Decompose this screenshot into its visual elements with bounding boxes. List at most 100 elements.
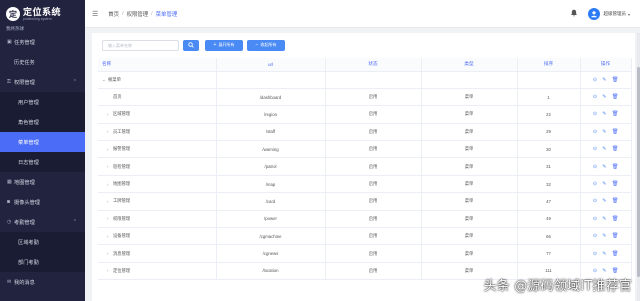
view-icon[interactable]: ⊙ [593, 233, 597, 239]
sidebar-item-menu-management[interactable]: 菜单管理 [0, 132, 85, 152]
delete-icon[interactable]: 🗑 [612, 164, 619, 170]
edit-icon[interactable]: ✎ [602, 233, 606, 239]
watermark: 头条 @源码领域IT推荐官 [483, 279, 632, 294]
table-row[interactable]: › 区域管理/region 启用 菜单 22 ⊙ ✎ 🗑 [98, 105, 632, 124]
plus-icon: + [213, 42, 217, 48]
menu-toggle-icon[interactable]: ☰ [92, 10, 98, 18]
logo[interactable]: 定 定位系统 positioning system [0, 0, 85, 28]
minus-icon: − [255, 42, 259, 48]
sidebar-item-attendance-management[interactable]: ◷ 考勤管理 ⌃ [0, 212, 85, 232]
cell-actions: ⊙ ✎ 🗑 [580, 123, 632, 142]
delete-icon[interactable]: 🗑 [612, 77, 619, 83]
view-icon[interactable]: ⊙ [593, 216, 597, 222]
menu-name: 权限管理 [113, 215, 131, 221]
delete-icon[interactable]: 🗑 [612, 268, 619, 274]
sidebar-item-task-management[interactable]: ▣ 任务管理 [0, 32, 85, 52]
menu-table: 名称 url 状态 类型 排序 操作 ⌄ 根菜单 ⊙ ✎ 🗑 首页/dashboard 启用… [98, 58, 632, 281]
view-icon[interactable]: ⊙ [593, 111, 597, 117]
sidebar-item-label: 任务管理 [14, 39, 35, 46]
edit-icon[interactable]: ✎ [602, 146, 606, 152]
table-row[interactable]: 首页/dashboard 启用 菜单 1 ⊙ ✎ 🗑 [98, 88, 632, 107]
sidebar-item-my-messages[interactable]: ✉ 我的消息 [0, 272, 85, 292]
view-icon[interactable]: ⊙ [593, 146, 597, 152]
delete-icon[interactable]: 🗑 [612, 251, 619, 257]
cell-status: 启用 [325, 262, 422, 281]
view-icon[interactable]: ⊙ [593, 181, 597, 187]
delete-icon[interactable]: 🗑 [612, 233, 619, 239]
sidebar-item-task-history[interactable]: 历史任务 [0, 52, 85, 72]
view-icon[interactable]: ⊙ [593, 94, 597, 100]
table-row[interactable]: › 消息管理/cgnews 启用 菜单 77 ⊙ ✎ 🗑 [98, 244, 632, 263]
collapse-all-button[interactable]: − 收起所有 [247, 39, 285, 51]
cell-url [216, 71, 326, 89]
avatar[interactable] [588, 8, 601, 20]
edit-icon[interactable]: ✎ [602, 198, 606, 204]
delete-icon[interactable]: 🗑 [612, 216, 619, 222]
cell-status: 启用 [325, 210, 422, 229]
sidebar-item-user-management[interactable]: 用户管理 [0, 92, 85, 112]
delete-icon[interactable]: 🗑 [612, 146, 619, 152]
cell-status: 启用 [325, 88, 422, 107]
sidebar-item-role-management[interactable]: 角色管理 [0, 112, 85, 132]
sidebar-item-camera-management[interactable]: ◙ 摄像头管理 [0, 192, 85, 212]
delete-icon[interactable]: 🗑 [612, 129, 619, 135]
edit-icon[interactable]: ✎ [602, 216, 606, 222]
edit-icon[interactable]: ✎ [602, 164, 606, 170]
breadcrumb-home[interactable]: 首页 [108, 10, 119, 18]
expand-all-button[interactable]: + 展开所有 [205, 39, 243, 51]
sidebar-item-map-management[interactable]: ▦ 地图管理 [0, 172, 85, 192]
user-name[interactable]: 超级管理员 [603, 11, 626, 17]
breadcrumb-separator: / [122, 10, 124, 17]
search-button[interactable] [183, 39, 199, 51]
edit-icon[interactable]: ✎ [602, 111, 606, 117]
table-row[interactable]: › 工牌管理/card 启用 菜单 47 ⊙ ✎ 🗑 [98, 192, 632, 211]
top-header: ☰ 首页 / 权限管理 / 菜单管理 超级管理员 ▾ [85, 0, 640, 28]
logo-icon: 定 [6, 7, 20, 21]
sidebar-item-label: 用户管理 [18, 99, 39, 106]
menu-name: 工牌管理 [113, 198, 131, 204]
view-icon[interactable]: ⊙ [593, 268, 597, 274]
sidebar-item-label: 考勤管理 [14, 219, 35, 226]
sidebar-item-region-attendance[interactable]: 区域考勤 [0, 232, 85, 252]
sidebar-item-department-attendance[interactable]: 部门考勤 [0, 252, 85, 272]
view-icon[interactable]: ⊙ [593, 251, 597, 257]
edit-icon[interactable]: ✎ [602, 181, 606, 187]
cell-sort: 29 [517, 123, 581, 142]
delete-icon[interactable]: 🗑 [612, 111, 619, 117]
sidebar-item-label: 角色管理 [18, 119, 39, 126]
sidebar: 定 定位系统 positioning system 我终热球 ▣ 任务管理 历史… [0, 0, 85, 301]
table-row[interactable]: ⌄ 根菜单 ⊙ ✎ 🗑 [98, 71, 632, 89]
breadcrumb-permission[interactable]: 权限管理 [127, 10, 149, 18]
menu-name-search-input[interactable] [102, 39, 179, 51]
view-icon[interactable]: ⊙ [593, 198, 597, 204]
sidebar-item-log-management[interactable]: 日志管理 [0, 152, 85, 172]
delete-icon[interactable]: 🗑 [612, 198, 619, 204]
chevron-down-icon[interactable]: ▾ [628, 12, 630, 17]
view-icon[interactable]: ⊙ [593, 129, 597, 135]
bell-icon[interactable] [570, 9, 578, 19]
edit-icon[interactable]: ✎ [602, 251, 606, 257]
edit-icon[interactable]: ✎ [602, 77, 606, 83]
delete-icon[interactable]: 🗑 [612, 94, 619, 100]
delete-icon[interactable]: 🗑 [612, 181, 619, 187]
view-icon[interactable]: ⊙ [593, 77, 597, 83]
cell-name: ⌄ 根菜单 [98, 71, 217, 89]
view-icon[interactable]: ⊙ [593, 164, 597, 170]
menu-name: 报警管理 [113, 146, 131, 152]
edit-icon[interactable]: ✎ [602, 129, 606, 135]
sidebar-item-permission-management[interactable]: ⚿ 权限管理 ⌃ [0, 72, 85, 92]
app-subtitle: positioning system [23, 17, 52, 21]
table-row[interactable]: › 地图管理/map 启用 菜单 32 ⊙ ✎ 🗑 [98, 175, 632, 194]
breadcrumb-separator: / [151, 10, 153, 17]
cell-type: 菜单 [421, 157, 518, 176]
cell-sort: 31 [517, 157, 581, 176]
table-row[interactable]: › 权限管理/power 启用 菜单 49 ⊙ ✎ 🗑 [98, 210, 632, 229]
table-row[interactable]: › 员工管理/staff 启用 菜单 29 ⊙ ✎ 🗑 [98, 123, 632, 142]
table-row[interactable]: › 设备管理/cgmachine 启用 菜单 66 ⊙ ✎ 🗑 [98, 227, 632, 246]
table-row[interactable]: › 报警管理/warning 启用 菜单 30 ⊙ ✎ 🗑 [98, 140, 632, 159]
edit-icon[interactable]: ✎ [602, 268, 606, 274]
edit-icon[interactable]: ✎ [602, 94, 606, 100]
table-row[interactable]: › 巡检管理/patrol 启用 菜单 31 ⊙ ✎ 🗑 [98, 157, 632, 176]
cell-type: 菜单 [421, 105, 518, 124]
cell-type: 菜单 [421, 227, 518, 246]
